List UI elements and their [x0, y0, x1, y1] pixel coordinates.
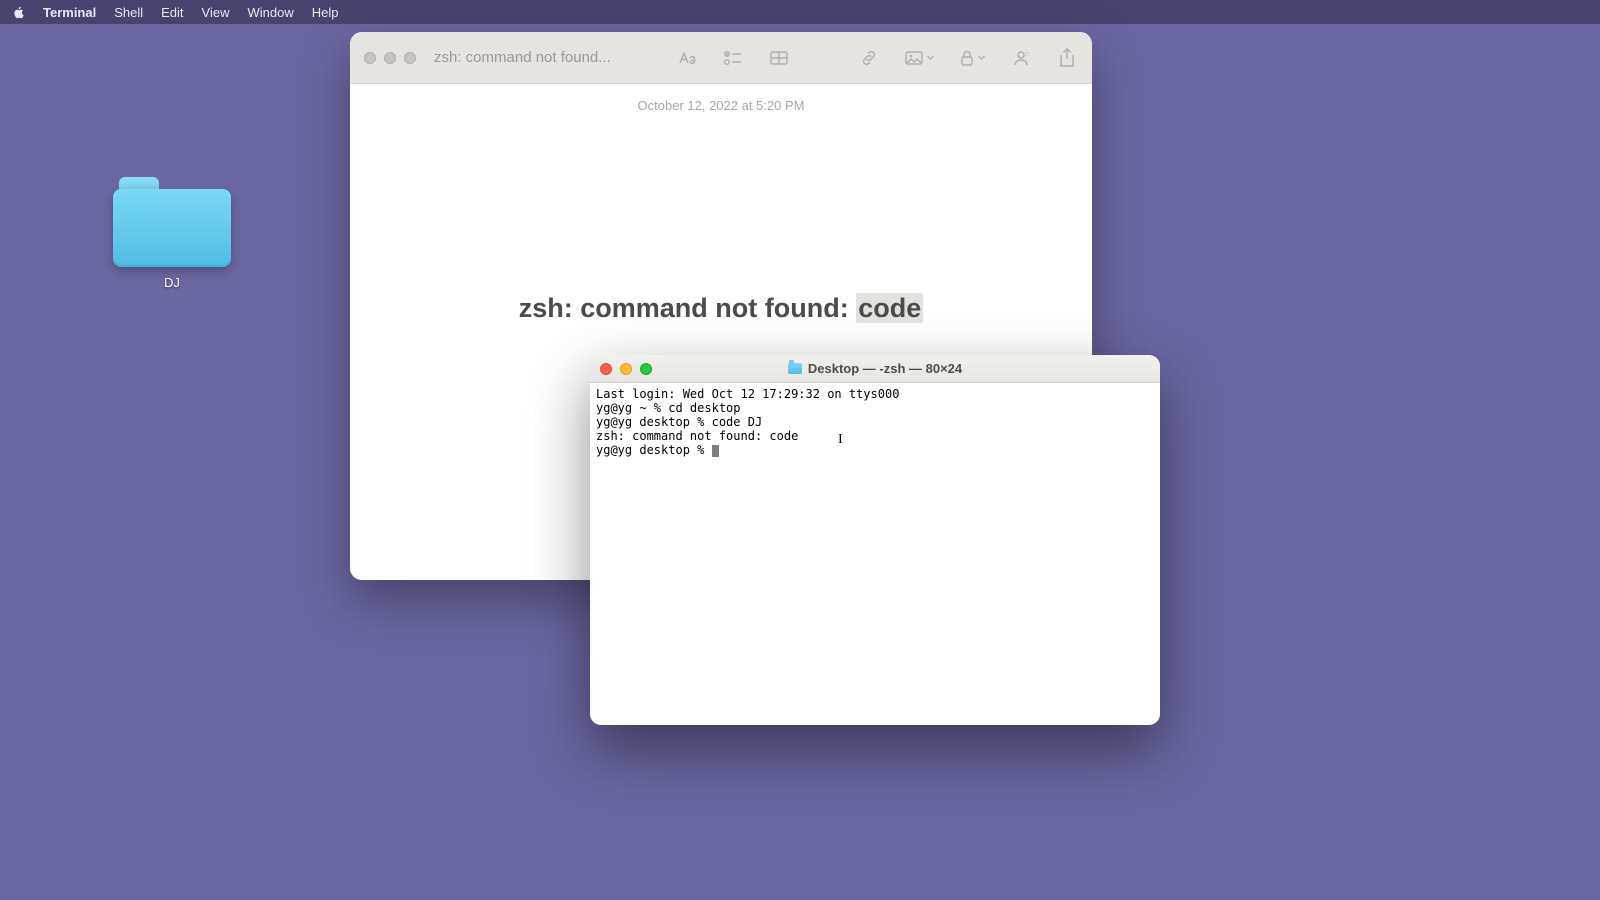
terminal-title-text: Desktop — -zsh — 80×24 [808, 361, 962, 376]
notes-toolbar-actions [676, 47, 1078, 69]
checklist-icon[interactable] [722, 47, 744, 69]
notes-window-title: zsh: command not found... [434, 49, 611, 66]
menu-edit[interactable]: Edit [161, 5, 183, 20]
format-icon[interactable] [676, 47, 698, 69]
menu-bar: Terminal Shell Edit View Window Help [0, 0, 1600, 24]
menu-help[interactable]: Help [312, 5, 339, 20]
media-menu[interactable] [904, 50, 935, 66]
apple-menu-icon[interactable] [12, 6, 25, 19]
share-icon[interactable] [1056, 47, 1078, 69]
menu-shell[interactable]: Shell [114, 5, 143, 20]
chevron-down-icon [926, 53, 935, 62]
terminal-cursor [712, 445, 719, 457]
folder-icon [788, 363, 802, 374]
link-icon[interactable] [858, 47, 880, 69]
menu-app-name[interactable]: Terminal [43, 5, 96, 20]
notes-toolbar: zsh: command not found... [350, 32, 1092, 84]
zoom-button[interactable] [404, 52, 416, 64]
note-timestamp: October 12, 2022 at 5:20 PM [380, 98, 1062, 113]
terminal-line: yg@yg desktop % code DJ [596, 415, 762, 429]
table-icon[interactable] [768, 47, 790, 69]
menu-view[interactable]: View [202, 5, 230, 20]
text-caret-icon: I [838, 433, 843, 447]
menu-window[interactable]: Window [248, 5, 294, 20]
terminal-prompt: yg@yg desktop % [596, 443, 712, 457]
note-heading-text: zsh: command not found: [519, 293, 856, 323]
note-heading-highlight: code [856, 293, 923, 323]
lock-menu[interactable] [959, 49, 986, 67]
folder-icon [113, 175, 231, 267]
terminal-line: yg@yg ~ % cd desktop [596, 401, 741, 415]
terminal-title: Desktop — -zsh — 80×24 [788, 361, 962, 376]
terminal-titlebar[interactable]: Desktop — -zsh — 80×24 [590, 355, 1160, 383]
terminal-line: zsh: command not found: code [596, 429, 798, 443]
collaborate-icon[interactable] [1010, 47, 1032, 69]
minimize-button[interactable] [384, 52, 396, 64]
folder-label: DJ [112, 275, 232, 290]
terminal-line: Last login: Wed Oct 12 17:29:32 on ttys0… [596, 387, 899, 401]
notes-traffic-lights [364, 52, 416, 64]
terminal-window: Desktop — -zsh — 80×24 Last login: Wed O… [590, 355, 1160, 725]
minimize-button[interactable] [620, 363, 632, 375]
close-button[interactable] [364, 52, 376, 64]
chevron-down-icon [977, 53, 986, 62]
close-button[interactable] [600, 363, 612, 375]
terminal-content[interactable]: Last login: Wed Oct 12 17:29:32 on ttys0… [590, 383, 1160, 725]
note-heading: zsh: command not found: code [380, 293, 1062, 324]
desktop-folder-dj[interactable]: DJ [112, 175, 232, 290]
terminal-traffic-lights [600, 363, 652, 375]
zoom-button[interactable] [640, 363, 652, 375]
